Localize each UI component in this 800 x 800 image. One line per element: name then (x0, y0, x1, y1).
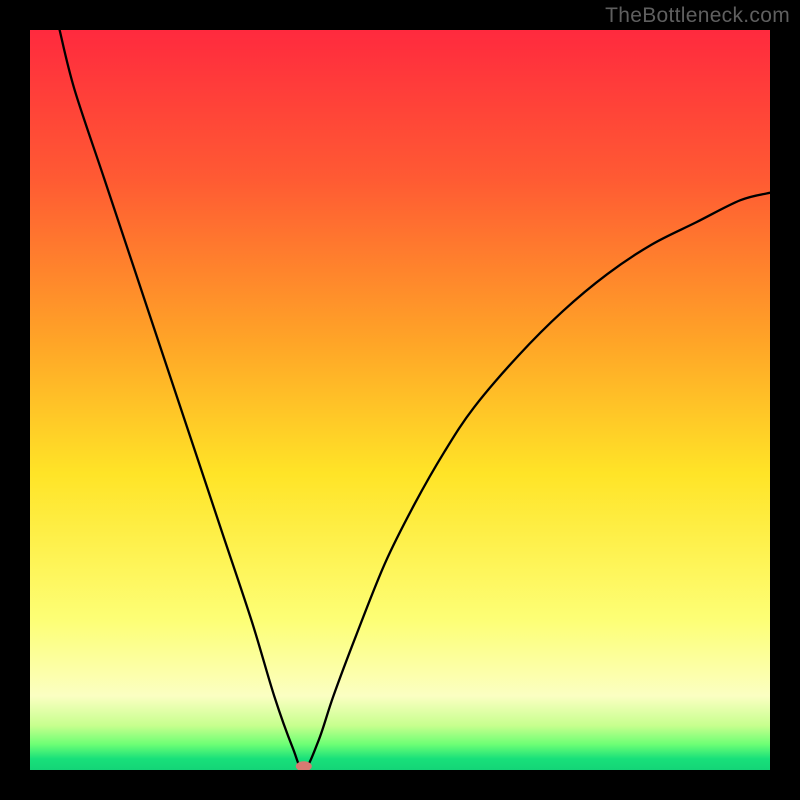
plot-background (30, 30, 770, 770)
chart-container: { "watermark": "TheBottleneck.com", "cha… (0, 0, 800, 800)
bottleneck-chart (0, 0, 800, 800)
watermark-text: TheBottleneck.com (605, 4, 790, 28)
minimum-marker (296, 761, 312, 771)
